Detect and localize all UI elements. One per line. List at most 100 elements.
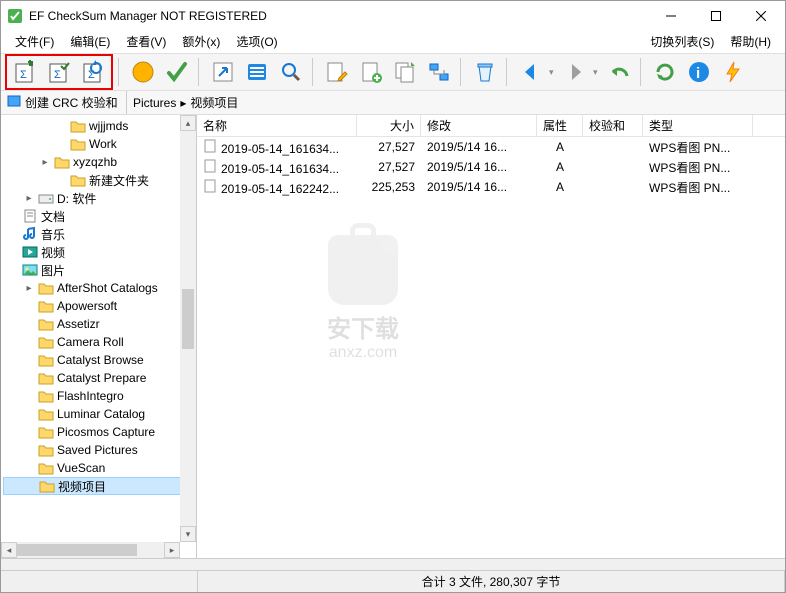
tree-item[interactable]: 视频项目 bbox=[3, 477, 196, 495]
menu-file[interactable]: 文件(F) bbox=[7, 31, 62, 53]
verify-checksum-icon[interactable]: Σ bbox=[43, 56, 75, 88]
list-view-icon[interactable] bbox=[241, 56, 273, 88]
search-icon[interactable] bbox=[275, 56, 307, 88]
forward-icon[interactable] bbox=[559, 56, 591, 88]
tree-item-label: AfterShot Catalogs bbox=[57, 281, 158, 295]
tree-item[interactable]: 图片 bbox=[3, 261, 196, 279]
back-dropdown-icon[interactable]: ▾ bbox=[549, 67, 557, 78]
refresh-icon[interactable] bbox=[649, 56, 681, 88]
tree-item[interactable]: Apowersoft bbox=[3, 297, 196, 315]
breadcrumb-item[interactable]: 视频项目 bbox=[190, 94, 238, 111]
tree-item[interactable]: 视频 bbox=[3, 243, 196, 261]
table-row[interactable]: 2019-05-14_161634...27,5272019/5/14 16..… bbox=[197, 157, 785, 177]
window-title: EF CheckSum Manager NOT REGISTERED bbox=[29, 9, 648, 23]
lightning-icon[interactable] bbox=[717, 56, 749, 88]
col-type[interactable]: 类型 bbox=[643, 115, 753, 136]
minimize-button[interactable] bbox=[648, 2, 693, 30]
watermark: 安下载 anxz.com bbox=[327, 235, 399, 362]
folder-icon bbox=[54, 154, 70, 170]
tree-item[interactable]: wjjjmds bbox=[3, 117, 196, 135]
menu-extra[interactable]: 额外(x) bbox=[174, 31, 228, 53]
menu-edit[interactable]: 编辑(E) bbox=[62, 31, 118, 53]
menu-switch-list[interactable]: 切换列表(S) bbox=[642, 31, 722, 53]
menu-help[interactable]: 帮助(H) bbox=[722, 31, 779, 53]
breadcrumb-item[interactable]: Pictures bbox=[133, 96, 176, 110]
table-row[interactable]: 2019-05-14_161634...27,5272019/5/14 16..… bbox=[197, 137, 785, 157]
file-list[interactable]: 名称 大小 修改 属性 校验和 类型 2019-05-14_161634...2… bbox=[197, 115, 785, 558]
tree-item-label: Assetizr bbox=[57, 317, 100, 331]
col-checksum[interactable]: 校验和 bbox=[583, 115, 643, 136]
tree-item[interactable]: VueScan bbox=[3, 459, 196, 477]
col-attr[interactable]: 属性 bbox=[537, 115, 583, 136]
tree-item[interactable]: FlashIntegro bbox=[3, 387, 196, 405]
cell-modified: 2019/5/14 16... bbox=[421, 160, 537, 174]
titlebar: EF CheckSum Manager NOT REGISTERED bbox=[1, 1, 785, 31]
tree-item[interactable]: Luminar Catalog bbox=[3, 405, 196, 423]
scroll-down-icon[interactable]: ▾ bbox=[180, 526, 196, 542]
breadcrumb[interactable]: Pictures ▸ 视频项目 bbox=[127, 94, 244, 111]
forward-dropdown-icon[interactable]: ▾ bbox=[593, 67, 601, 78]
col-name[interactable]: 名称 bbox=[197, 115, 357, 136]
sync-checksum-icon[interactable]: Σ bbox=[77, 56, 109, 88]
tree-item[interactable]: Camera Roll bbox=[3, 333, 196, 351]
music-icon bbox=[22, 226, 38, 242]
tree-horizontal-scrollbar[interactable]: ◂ ▸ bbox=[1, 542, 180, 558]
tree-item-label: 视频项目 bbox=[58, 478, 106, 495]
tree-item[interactable]: Picosmos Capture bbox=[3, 423, 196, 441]
tree-vertical-scrollbar[interactable]: ▴ ▾ bbox=[180, 115, 196, 542]
scroll-right-icon[interactable]: ▸ bbox=[164, 542, 180, 558]
folder-icon bbox=[38, 316, 54, 332]
file-icon bbox=[203, 139, 217, 153]
svg-text:Σ: Σ bbox=[54, 69, 61, 81]
tree-item[interactable]: ▸ AfterShot Catalogs bbox=[3, 279, 196, 297]
network-icon[interactable] bbox=[423, 56, 455, 88]
folder-icon bbox=[70, 118, 86, 134]
cell-type: WPS看图 PN... bbox=[643, 179, 753, 196]
scroll-up-icon[interactable]: ▴ bbox=[180, 115, 196, 131]
col-modified[interactable]: 修改 bbox=[421, 115, 537, 136]
tree-item-label: Camera Roll bbox=[57, 335, 124, 349]
watermark-url: anxz.com bbox=[327, 344, 399, 362]
expander-icon[interactable]: ▸ bbox=[39, 157, 51, 168]
scroll-left-icon[interactable]: ◂ bbox=[1, 542, 17, 558]
tree-item[interactable]: Saved Pictures bbox=[3, 441, 196, 459]
tree-item[interactable]: 新建文件夹 bbox=[3, 171, 196, 189]
col-size[interactable]: 大小 bbox=[357, 115, 421, 136]
tree-item[interactable]: Assetizr bbox=[3, 315, 196, 333]
stop-icon[interactable] bbox=[127, 56, 159, 88]
edit-icon[interactable] bbox=[321, 56, 353, 88]
tree-item[interactable]: ▸D: 软件 bbox=[3, 189, 196, 207]
table-row[interactable]: 2019-05-14_162242...225,2532019/5/14 16.… bbox=[197, 177, 785, 197]
trash-icon[interactable] bbox=[469, 56, 501, 88]
tree-item[interactable]: 音乐 bbox=[3, 225, 196, 243]
tree-item[interactable]: Catalyst Prepare bbox=[3, 369, 196, 387]
cell-name: 2019-05-14_162242... bbox=[197, 179, 357, 196]
expander-icon[interactable]: ▸ bbox=[23, 193, 35, 204]
undo-icon[interactable] bbox=[603, 56, 635, 88]
cell-type: WPS看图 PN... bbox=[643, 139, 753, 156]
maximize-button[interactable] bbox=[693, 2, 738, 30]
list-header[interactable]: 名称 大小 修改 属性 校验和 类型 bbox=[197, 115, 785, 137]
copy-doc-icon[interactable] bbox=[389, 56, 421, 88]
close-button[interactable] bbox=[738, 2, 783, 30]
info-icon[interactable]: i bbox=[683, 56, 715, 88]
shortcut-icon[interactable] bbox=[207, 56, 239, 88]
folder-icon bbox=[38, 280, 54, 296]
menu-view[interactable]: 查看(V) bbox=[118, 31, 174, 53]
check-icon[interactable] bbox=[161, 56, 193, 88]
cell-modified: 2019/5/14 16... bbox=[421, 180, 537, 194]
tree-item[interactable]: Catalyst Browse bbox=[3, 351, 196, 369]
add-doc-icon[interactable] bbox=[355, 56, 387, 88]
watermark-text: 安下载 bbox=[327, 309, 399, 344]
tree-item[interactable]: Work bbox=[3, 135, 196, 153]
create-checksum-icon[interactable]: Σ bbox=[9, 56, 41, 88]
menu-options[interactable]: 选项(O) bbox=[228, 31, 285, 53]
expander-icon[interactable]: ▸ bbox=[23, 283, 35, 294]
chevron-right-icon: ▸ bbox=[180, 96, 186, 110]
back-icon[interactable] bbox=[515, 56, 547, 88]
tree-item[interactable]: 文档 bbox=[3, 207, 196, 225]
tree-item[interactable]: ▸xyzqzhb bbox=[3, 153, 196, 171]
tree-item-label: 视频 bbox=[41, 244, 65, 261]
tree-item-label: 新建文件夹 bbox=[89, 172, 149, 189]
folder-tree[interactable]: wjjjmdsWork▸xyzqzhb新建文件夹▸D: 软件文档音乐视频图片 ▸ A… bbox=[1, 115, 197, 558]
